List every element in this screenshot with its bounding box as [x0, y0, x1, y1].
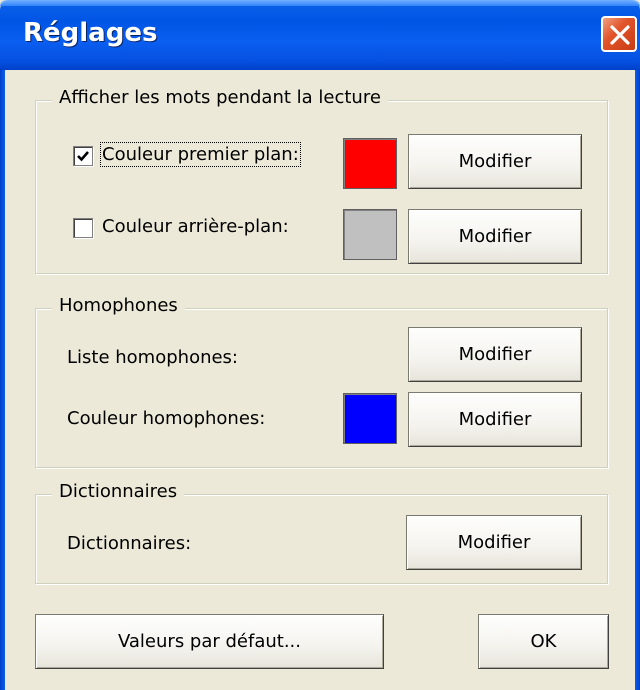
dictionaries-modify-button[interactable]: Modifier: [406, 515, 582, 570]
background-color-checkbox[interactable]: [73, 218, 93, 238]
homophones-list-label: Liste homophones:: [67, 347, 238, 368]
default-values-button[interactable]: Valeurs par défaut...: [35, 614, 384, 669]
background-color-swatch: [343, 209, 397, 260]
homophones-legend: Homophones: [52, 295, 185, 316]
display-words-group: Afficher les mots pendant la lecture Cou…: [35, 87, 608, 274]
window-frame-right: [635, 70, 640, 690]
checkmark-icon: [77, 151, 89, 162]
foreground-color-label[interactable]: Couleur premier plan:: [100, 142, 301, 167]
close-icon: [610, 25, 630, 45]
homophones-list-modify-button[interactable]: Modifier: [408, 327, 582, 382]
homophones-group: Homophones Liste homophones: Modifier Co…: [35, 295, 608, 468]
ok-button[interactable]: OK: [478, 614, 609, 669]
close-button[interactable]: [601, 16, 637, 52]
window-frame-left: [0, 70, 5, 690]
dictionaries-label: Dictionnaires:: [67, 533, 192, 554]
foreground-color-swatch: [343, 138, 397, 189]
foreground-color-checkbox[interactable]: [73, 146, 93, 166]
display-words-legend: Afficher les mots pendant la lecture: [52, 87, 388, 108]
window-title: Réglages: [23, 18, 158, 48]
settings-dialog: Réglages Afficher les mots pendant la le…: [0, 0, 640, 690]
foreground-modify-button[interactable]: Modifier: [408, 134, 582, 189]
background-modify-button[interactable]: Modifier: [408, 209, 582, 264]
background-color-label[interactable]: Couleur arrière-plan:: [102, 216, 289, 237]
homophones-color-modify-button[interactable]: Modifier: [408, 392, 582, 447]
dictionaries-legend: Dictionnaires: [52, 481, 185, 502]
dictionaries-group: Dictionnaires Dictionnaires: Modifier: [35, 481, 608, 584]
homophones-color-label: Couleur homophones:: [67, 408, 266, 429]
homophones-color-swatch: [343, 393, 397, 444]
title-bar[interactable]: Réglages: [0, 0, 640, 70]
